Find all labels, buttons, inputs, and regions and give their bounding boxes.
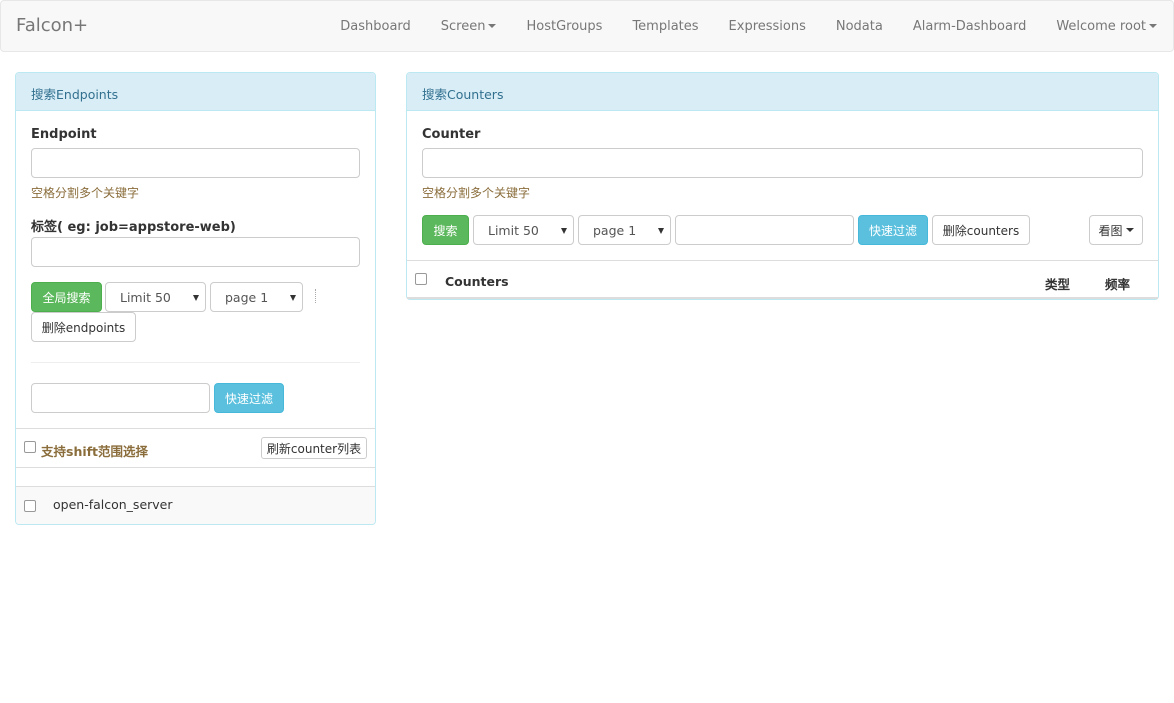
nav-menu: Dashboard Screen HostGroups Templates Ex…: [310, 1, 1157, 51]
counters-panel-heading: 搜索Counters: [407, 73, 1158, 111]
select-arrow-icon: [290, 295, 296, 301]
nav-screen[interactable]: Screen: [441, 19, 497, 34]
nav-expressions[interactable]: Expressions: [729, 19, 806, 34]
nav-hostgroups[interactable]: HostGroups: [526, 19, 602, 34]
caret-down-icon: [1125, 228, 1134, 232]
tag-label: 标签( eg: job=appstore-web): [31, 220, 236, 235]
endpoint-name: open-falcon_server: [53, 497, 173, 512]
view-graph-label: 看图: [1098, 223, 1123, 238]
counter-filter-input[interactable]: [675, 215, 854, 245]
global-search-button[interactable]: 全局搜索: [31, 282, 102, 312]
nav-user-menu[interactable]: Welcome root: [1056, 19, 1157, 34]
endpoint-search-input[interactable]: [31, 148, 360, 178]
tag-input[interactable]: [31, 237, 360, 267]
select-arrow-icon: [193, 295, 199, 301]
column-header-type: 类型: [1045, 277, 1071, 292]
counter-quick-filter-button[interactable]: 快速过滤: [858, 215, 928, 245]
endpoint-filter-input[interactable]: [31, 383, 210, 413]
endpoints-panel-heading: 搜索Endpoints: [16, 73, 375, 111]
column-header-frequency: 频率: [1105, 277, 1131, 292]
counter-limit-select[interactable]: Limit 50: [473, 215, 574, 245]
nav-nodata[interactable]: Nodata: [836, 19, 883, 34]
counter-limit-value: Limit 50: [488, 223, 539, 238]
endpoint-list-spacer: [16, 468, 375, 486]
counter-help-text: 空格分割多个关键字: [422, 186, 531, 200]
endpoint-limit-value: Limit 50: [120, 290, 171, 305]
refresh-counter-list-button[interactable]: 刷新counter列表: [261, 437, 367, 459]
counter-page-value: page 1: [593, 223, 637, 238]
counters-panel: 搜索Counters Counter 空格分割多个关键字 搜索 Limit 50…: [406, 72, 1159, 300]
column-header-counters: Counters: [445, 274, 509, 289]
endpoints-panel: 搜索Endpoints Endpoint 空格分割多个关键字 标签( eg: j…: [15, 72, 376, 525]
shift-select-checkbox[interactable]: [24, 441, 36, 453]
view-graph-button[interactable]: 看图: [1089, 215, 1143, 245]
endpoint-label: Endpoint: [31, 127, 97, 142]
counter-label: Counter: [422, 127, 481, 142]
endpoint-quick-filter-button[interactable]: 快速过滤: [214, 383, 284, 413]
select-arrow-icon: [658, 228, 664, 234]
counter-page-select[interactable]: page 1: [578, 215, 671, 245]
endpoint-page-select[interactable]: page 1: [210, 282, 303, 312]
counters-table-header: Counters 类型 频率: [407, 261, 1158, 299]
endpoint-checkbox[interactable]: [24, 500, 36, 512]
counter-search-input[interactable]: [422, 148, 1143, 178]
endpoint-help-text: 空格分割多个关键字: [31, 186, 140, 200]
divider-dots: [315, 289, 317, 303]
brand-logo[interactable]: Falcon+: [16, 15, 88, 36]
nav-dashboard[interactable]: Dashboard: [340, 19, 411, 34]
delete-endpoints-button[interactable]: 删除endpoints: [31, 312, 136, 342]
select-arrow-icon: [561, 228, 567, 234]
nav-alarm-dashboard[interactable]: Alarm-Dashboard: [913, 19, 1026, 34]
section-divider: [16, 428, 375, 429]
caret-down-icon: [1149, 24, 1157, 28]
shift-select-label: 支持shift范围选择: [41, 444, 149, 459]
delete-counters-button[interactable]: 删除counters: [932, 215, 1030, 245]
endpoint-page-value: page 1: [225, 290, 269, 305]
nav-templates[interactable]: Templates: [632, 19, 698, 34]
caret-down-icon: [488, 24, 497, 28]
select-all-counters-checkbox[interactable]: [415, 273, 427, 285]
section-divider: [31, 362, 360, 363]
endpoint-limit-select[interactable]: Limit 50: [105, 282, 206, 312]
top-navbar: Falcon+ Dashboard Screen HostGroups Temp…: [0, 0, 1174, 52]
counter-search-button[interactable]: 搜索: [422, 215, 469, 245]
list-item[interactable]: open-falcon_server: [16, 487, 375, 524]
